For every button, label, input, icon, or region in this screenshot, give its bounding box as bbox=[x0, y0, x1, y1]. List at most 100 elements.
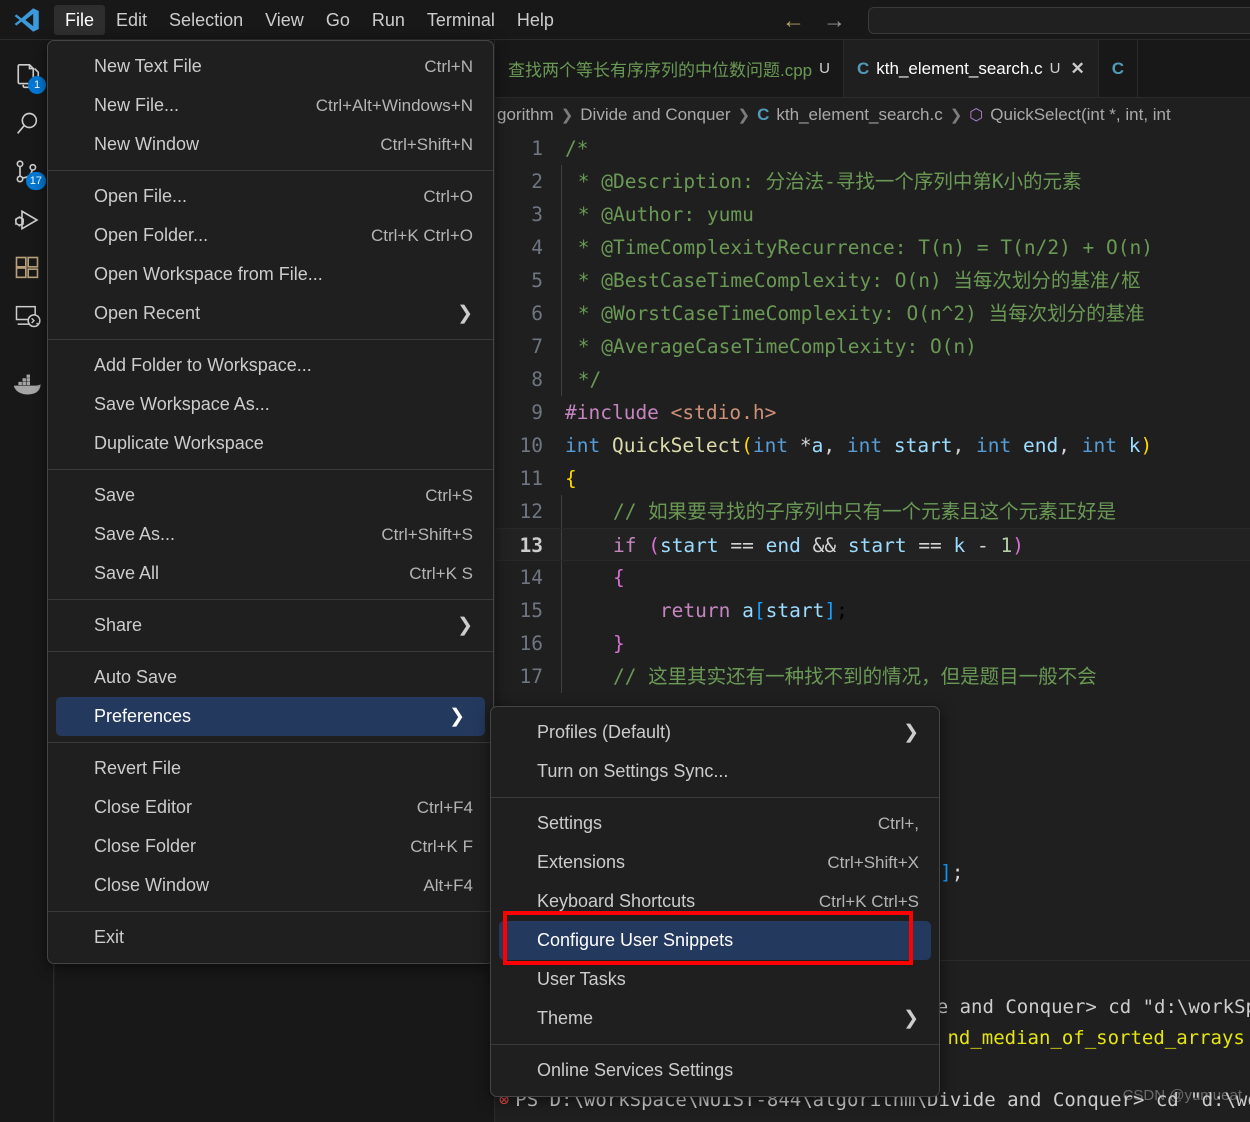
sidebar-item-docker[interactable] bbox=[0, 360, 54, 408]
sidebar-item-search[interactable] bbox=[0, 100, 54, 148]
activity-bar[interactable]: 1 17 bbox=[0, 40, 54, 1122]
menu-item-preferences[interactable]: Preferences ❯ bbox=[56, 697, 485, 736]
menubar-item-go[interactable]: Go bbox=[315, 5, 361, 35]
menu-item-auto-save[interactable]: Auto Save bbox=[48, 658, 493, 697]
code-line-current: 13 if (start == end && start == k - 1) bbox=[495, 528, 1250, 561]
menu-item-turn-on-settings-sync[interactable]: Turn on Settings Sync... bbox=[491, 752, 939, 791]
sidebar-item-source-control[interactable]: 17 bbox=[0, 148, 54, 196]
menu-item-close-folder[interactable]: Close Folder Ctrl+K F bbox=[48, 827, 493, 866]
line-text: // 这里其实还有一种找不到的情况，但是题目一般不会 bbox=[561, 660, 1097, 693]
search-icon bbox=[17, 112, 38, 134]
arrow-left-icon[interactable]: ← bbox=[782, 8, 805, 32]
menu-item-open-workspace-from-file[interactable]: Open Workspace from File... bbox=[48, 255, 493, 294]
menu-item-configure-user-snippets[interactable]: Configure User Snippets bbox=[499, 921, 931, 960]
code-line: 5 * @BestCaseTimeComplexity: O(n) 当每次划分的… bbox=[495, 264, 1250, 297]
menu-separator bbox=[491, 1044, 939, 1045]
menu-item-extensions[interactable]: Extensions Ctrl+Shift+X bbox=[491, 843, 939, 882]
menu-item-new-text-file[interactable]: New Text File Ctrl+N bbox=[48, 47, 493, 86]
menu-item-theme[interactable]: Theme ❯ bbox=[491, 999, 939, 1038]
chevron-right-icon: ❯ bbox=[457, 303, 473, 324]
menubar-item-run[interactable]: Run bbox=[361, 5, 416, 35]
menu-separator bbox=[48, 651, 493, 652]
menu-item-close-editor[interactable]: Close Editor Ctrl+F4 bbox=[48, 788, 493, 827]
close-icon[interactable]: ✕ bbox=[1070, 59, 1084, 79]
menu-separator bbox=[48, 599, 493, 600]
code-line: 10 int QuickSelect(int *a, int start, int… bbox=[495, 429, 1250, 462]
prefs-section-online: Online Services Settings bbox=[491, 1051, 939, 1090]
menu-item-open-file[interactable]: Open File... Ctrl+O bbox=[48, 177, 493, 216]
line-number: 11 bbox=[519, 467, 543, 490]
breadcrumb-part-0[interactable]: gorithm bbox=[497, 105, 554, 125]
line-number: 1 bbox=[531, 137, 543, 160]
file-menu[interactable]: New Text File Ctrl+N New File... Ctrl+Alt+… bbox=[47, 40, 494, 964]
menubar-item-help[interactable]: Help bbox=[506, 5, 565, 35]
menu-item-profiles[interactable]: Profiles (Default) ❯ bbox=[491, 713, 939, 752]
chevron-right-icon: ❯ bbox=[949, 107, 963, 124]
watermark: CSDN @yumueat bbox=[1122, 1087, 1242, 1104]
menu-item-open-recent[interactable]: Open Recent ❯ bbox=[48, 294, 493, 333]
line-number: 10 bbox=[519, 434, 543, 457]
sidebar-item-run-debug[interactable] bbox=[0, 196, 54, 244]
menu-bar[interactable]: File Edit Selection View Go Run Terminal… bbox=[54, 0, 565, 40]
breadcrumb-part-1[interactable]: Divide and Conquer bbox=[580, 105, 730, 125]
line-text: * @TimeComplexityRecurrence: T(n) = T(n/… bbox=[561, 231, 1153, 264]
code-line: 15 return a[start]; bbox=[495, 594, 1250, 627]
tab-kth-element-search[interactable]: C kth_element_search.c U ✕ bbox=[843, 40, 1099, 97]
file-menu-section-exit: Exit bbox=[48, 918, 493, 957]
sidebar-item-explorer[interactable]: 1 bbox=[0, 52, 54, 100]
menu-item-duplicate-workspace[interactable]: Duplicate Workspace bbox=[48, 424, 493, 463]
function-icon: ⬡ bbox=[969, 107, 984, 124]
sidebar-item-extensions[interactable] bbox=[0, 244, 54, 292]
line-number: 13 bbox=[519, 534, 543, 557]
menu-item-revert-file[interactable]: Revert File bbox=[48, 749, 493, 788]
arrow-right-icon[interactable]: → bbox=[823, 8, 846, 32]
code-line: 11{ bbox=[495, 462, 1250, 495]
menubar-item-edit[interactable]: Edit bbox=[105, 5, 158, 35]
command-center-input[interactable] bbox=[868, 7, 1250, 34]
tab-cpp-median[interactable]: 查找两个等长有序序列的中位数问题.cpp U bbox=[495, 40, 844, 97]
menu-item-save-as[interactable]: Save As... Ctrl+Shift+S bbox=[48, 515, 493, 554]
menu-item-keyboard-shortcuts[interactable]: Keyboard Shortcuts Ctrl+K Ctrl+S bbox=[491, 882, 939, 921]
prefs-section-settings: Settings Ctrl+, Extensions Ctrl+Shift+X Ke… bbox=[491, 804, 939, 1038]
line-text: * @Author: yumu bbox=[561, 198, 754, 231]
line-text: /* bbox=[565, 137, 589, 160]
tab-third[interactable]: C bbox=[1098, 40, 1138, 97]
source-control-badge: 17 bbox=[25, 172, 46, 190]
navigation-arrows: ← → bbox=[782, 0, 846, 40]
menu-item-share[interactable]: Share ❯ bbox=[48, 606, 493, 645]
menubar-item-view[interactable]: View bbox=[254, 5, 315, 35]
breadcrumb-part-3[interactable]: QuickSelect(int *, int, int bbox=[990, 105, 1170, 125]
menu-item-save-all[interactable]: Save All Ctrl+K S bbox=[48, 554, 493, 593]
menu-item-close-window[interactable]: Close Window Alt+F4 bbox=[48, 866, 493, 905]
line-number: 8 bbox=[531, 368, 543, 391]
menu-item-save-workspace-as[interactable]: Save Workspace As... bbox=[48, 385, 493, 424]
line-text: * @WorstCaseTimeComplexity: O(n^2) 当每次划分… bbox=[561, 297, 1145, 330]
menu-item-settings[interactable]: Settings Ctrl+, bbox=[491, 804, 939, 843]
sidebar-item-remote-explorer[interactable] bbox=[0, 292, 54, 340]
code-line: 17 // 这里其实还有一种找不到的情况，但是题目一般不会 bbox=[495, 660, 1250, 693]
breadcrumb[interactable]: gorithm ❯ Divide and Conquer ❯ C kth_ele… bbox=[495, 98, 1250, 132]
chevron-right-icon: ❯ bbox=[903, 722, 919, 743]
menu-item-save[interactable]: Save Ctrl+S bbox=[48, 476, 493, 515]
menu-item-new-window[interactable]: New Window Ctrl+Shift+N bbox=[48, 125, 493, 164]
menu-item-new-file[interactable]: New File... Ctrl+Alt+Windows+N bbox=[48, 86, 493, 125]
editor-tab-bar: 查找两个等长有序序列的中位数问题.cpp U C kth_element_sea… bbox=[495, 40, 1250, 98]
menubar-item-file[interactable]: File bbox=[54, 4, 106, 35]
line-text: * @Description: 分治法-寻找一个序列中第K小的元素 bbox=[561, 165, 1082, 198]
code-line: 14 { bbox=[495, 561, 1250, 594]
code-line: 6 * @WorstCaseTimeComplexity: O(n^2) 当每次… bbox=[495, 297, 1250, 330]
preferences-submenu[interactable]: Profiles (Default) ❯ Turn on Settings Syn… bbox=[490, 706, 940, 1097]
c-icon: C bbox=[757, 105, 770, 124]
prefs-section-profiles: Profiles (Default) ❯ Turn on Settings Syn… bbox=[491, 713, 939, 791]
tab-label: 查找两个等长有序序列的中位数问题.cpp bbox=[508, 61, 813, 80]
code-line: 4 * @TimeComplexityRecurrence: T(n) = T(… bbox=[495, 231, 1250, 264]
menu-item-exit[interactable]: Exit bbox=[48, 918, 493, 957]
menu-item-open-folder[interactable]: Open Folder... Ctrl+K Ctrl+O bbox=[48, 216, 493, 255]
menu-item-user-tasks[interactable]: User Tasks bbox=[491, 960, 939, 999]
menu-separator bbox=[48, 469, 493, 470]
menu-item-online-services-settings[interactable]: Online Services Settings bbox=[491, 1051, 939, 1090]
menubar-item-terminal[interactable]: Terminal bbox=[416, 5, 506, 35]
menubar-item-selection[interactable]: Selection bbox=[158, 5, 254, 35]
menu-item-add-folder-to-workspace[interactable]: Add Folder to Workspace... bbox=[48, 346, 493, 385]
breadcrumb-part-2[interactable]: kth_element_search.c bbox=[776, 105, 942, 125]
